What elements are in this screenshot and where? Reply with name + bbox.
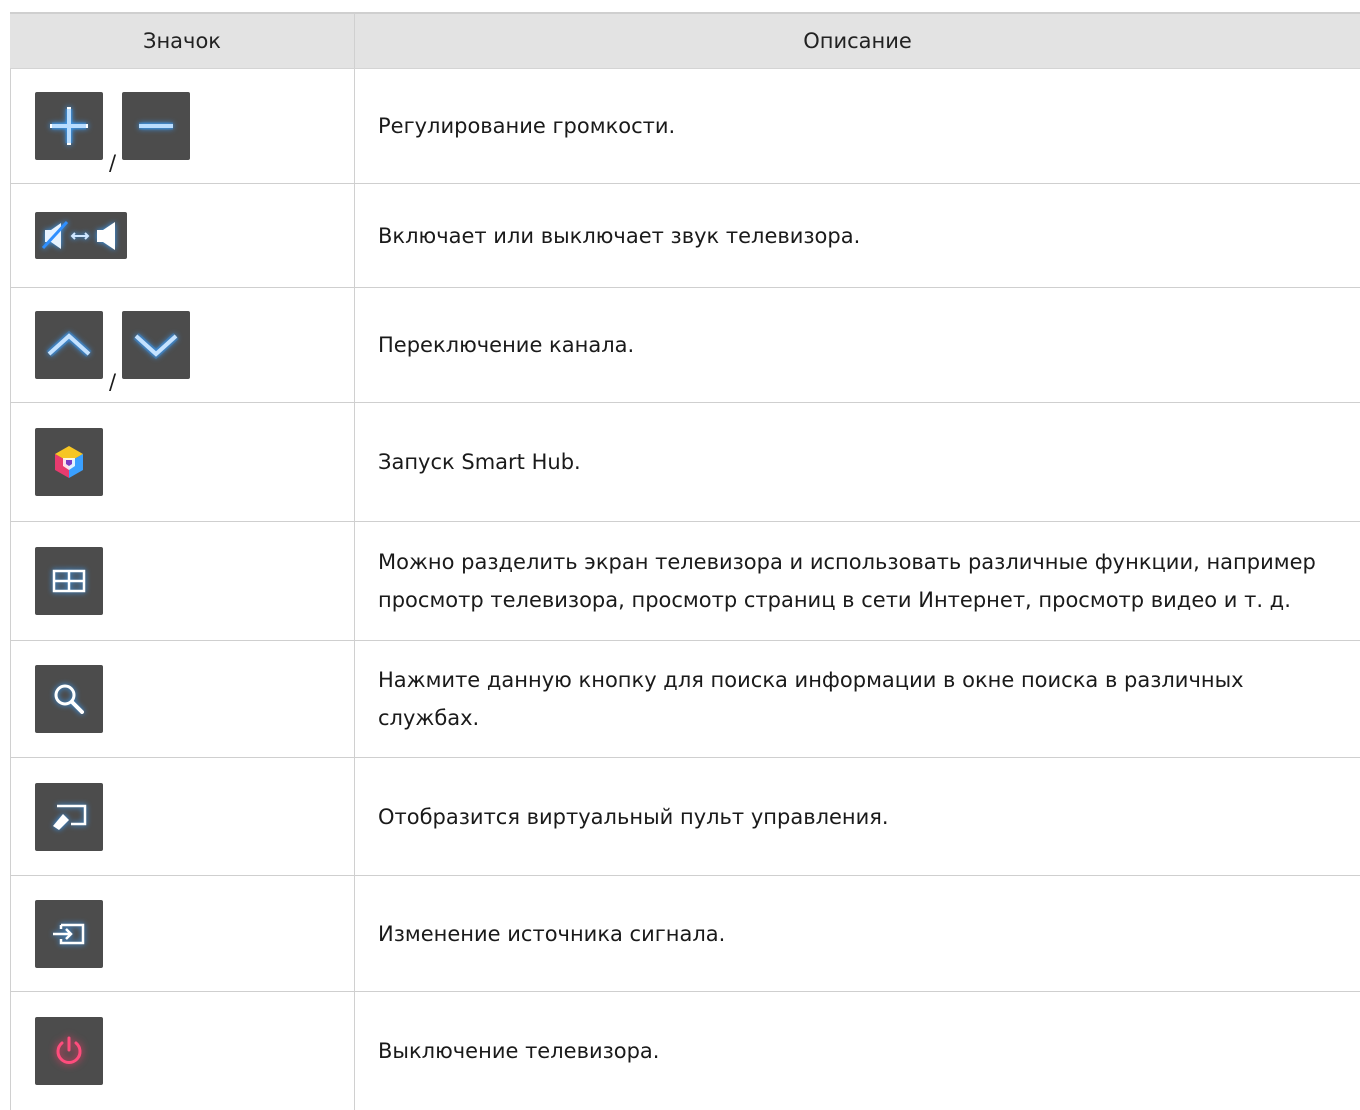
- description-cell: Изменение источника сигнала.: [378, 921, 726, 946]
- table-row: Включает или выключает звук телевизора.: [10, 184, 1360, 288]
- chevron-up-icon: [35, 311, 103, 379]
- description-cell: Включает или выключает звук телевизора.: [378, 223, 861, 248]
- virtual-remote-icon: [35, 782, 103, 851]
- icon-separator: /: [109, 151, 117, 175]
- minus-icon: [122, 92, 191, 160]
- source-icon: [35, 899, 103, 968]
- icon-cell: [10, 876, 355, 991]
- description-cell: Регулирование громкости.: [378, 114, 676, 138]
- table-row: / Регулирование громкости.: [10, 69, 1360, 184]
- description-cell: Выключение телевизора.: [378, 1039, 660, 1063]
- table-header: Значок Описание: [10, 12, 1360, 69]
- table-row: Можно разделить экран телевизора и испол…: [10, 522, 1360, 641]
- icon-cell: [10, 992, 355, 1110]
- icon-cell: [10, 403, 355, 521]
- description-cell: Отобразится виртуальный пульт управления…: [378, 804, 889, 829]
- plus-icon: [35, 92, 103, 160]
- table-row: Нажмите данную кнопку для поиска информа…: [10, 641, 1360, 758]
- description-cell: Запуск Smart Hub.: [378, 450, 581, 474]
- description-cell: Переключение канала.: [378, 333, 635, 357]
- search-icon: [35, 665, 103, 733]
- multi-link-screen-icon: [35, 547, 103, 615]
- table-row: Изменение источника сигнала.: [10, 876, 1360, 992]
- icon-separator: /: [109, 370, 117, 394]
- description-cell: Можно разделить экран телевизора и испол…: [378, 550, 1316, 612]
- column-header-description: Описание: [803, 29, 912, 53]
- icon-cell: [10, 758, 355, 875]
- icon-description-table: Значок Описание / Регулирование громкост…: [10, 12, 1360, 1110]
- icon-cell: [10, 641, 355, 757]
- icon-cell: /: [10, 69, 355, 183]
- description-cell: Нажмите данную кнопку для поиска информа…: [378, 668, 1244, 730]
- icon-cell: [10, 184, 355, 287]
- mute-toggle-icon: [35, 212, 127, 259]
- table-row: Выключение телевизора.: [10, 992, 1360, 1110]
- table-row: Отобразится виртуальный пульт управления…: [10, 758, 1360, 876]
- icon-cell: /: [10, 288, 355, 402]
- table-row: Запуск Smart Hub.: [10, 403, 1360, 522]
- column-header-icon: Значок: [10, 14, 355, 68]
- table-row: / Переключение канала.: [10, 288, 1360, 403]
- smart-hub-icon: [35, 428, 103, 496]
- icon-cell: [10, 522, 355, 640]
- chevron-down-icon: [122, 311, 191, 379]
- power-icon: [35, 1017, 103, 1085]
